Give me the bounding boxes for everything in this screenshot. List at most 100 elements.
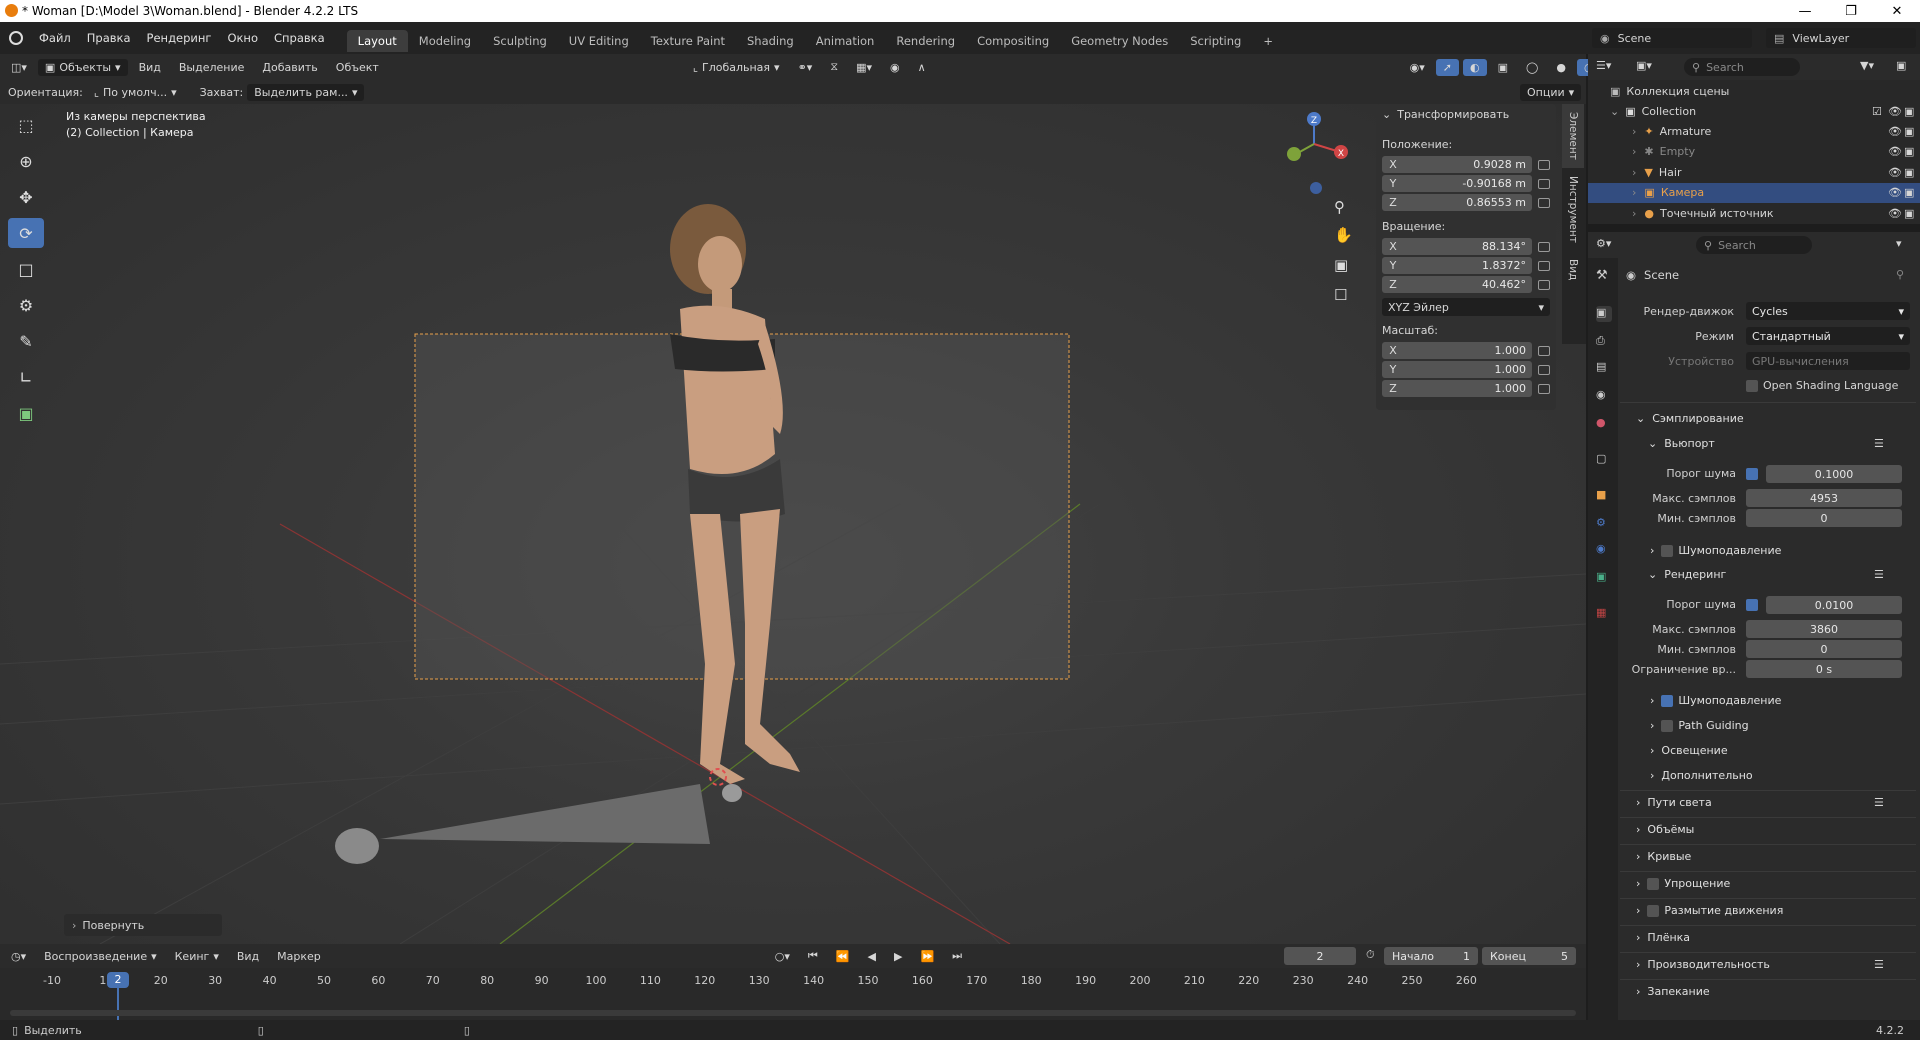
timeline-editor-icon[interactable]: ◷▾ <box>4 948 33 965</box>
r-noise-threshold-field[interactable]: 0.0100 <box>1766 596 1902 614</box>
outliner-collection[interactable]: ⌄ ▣ Collection ☑ 👁 ▣ <box>1588 101 1920 121</box>
maximize-button[interactable]: ❐ <box>1828 0 1874 22</box>
menu-select[interactable]: Выделение <box>172 59 252 76</box>
outliner-search[interactable]: ⚲ Search <box>1684 58 1800 76</box>
world-tab-icon[interactable]: ● <box>1596 416 1612 432</box>
tab-layout[interactable]: Layout <box>346 30 408 52</box>
next-keyframe-icon[interactable]: ⏩ <box>913 948 941 965</box>
eye-icon[interactable]: 👁 <box>1888 186 1902 199</box>
r-min-samples-field[interactable]: 0 <box>1746 640 1902 658</box>
jump-end-icon[interactable]: ⏭ <box>945 947 969 965</box>
render-engine-dropdown[interactable]: Cycles ▾ <box>1746 302 1910 320</box>
scale-x-field[interactable]: X 1.000 <box>1382 342 1532 359</box>
vp-min-samples-field[interactable]: 0 <box>1746 509 1902 527</box>
tab-compositing[interactable]: Compositing <box>966 30 1060 52</box>
camera-render-icon[interactable]: ▣ <box>1904 145 1914 158</box>
texture-tab-icon[interactable]: ▦ <box>1596 606 1612 622</box>
cursor-tool-icon[interactable]: ⊕ <box>8 146 44 176</box>
auto-key-icon[interactable]: ○▾ <box>768 948 797 965</box>
tab-scripting[interactable]: Scripting <box>1179 30 1252 52</box>
camera-render-icon[interactable]: ▣ <box>1904 207 1914 220</box>
location-x-field[interactable]: X 0.9028 m <box>1382 156 1532 173</box>
eye-icon[interactable]: 👁 <box>1888 145 1902 158</box>
select-box-icon[interactable]: ⬚ <box>8 110 44 140</box>
vp-denoise-subpanel[interactable]: › Шумоподавление <box>1650 544 1781 557</box>
end-frame-field[interactable]: Конец 5 <box>1482 947 1576 965</box>
lock-icon[interactable] <box>1538 198 1550 208</box>
transform-orientation-dropdown[interactable]: ⌞ Глобальная ▾ <box>686 59 787 76</box>
menu-edit[interactable]: Правка <box>79 31 139 45</box>
marker-menu[interactable]: Маркер <box>270 948 328 965</box>
eye-icon[interactable]: 👁 <box>1888 166 1902 179</box>
current-frame-field[interactable]: 2 <box>1284 947 1356 965</box>
render-subpanel-header[interactable]: ⌄ Рендеринг <box>1648 568 1726 581</box>
presets-list-icon[interactable]: ☰ <box>1874 958 1884 971</box>
gizmo-toggle-icon[interactable]: ➚ <box>1435 58 1459 76</box>
vp-noise-threshold-field[interactable]: 0.1000 <box>1766 465 1902 483</box>
snap-icon[interactable]: ⧖ <box>823 58 845 76</box>
lock-icon[interactable] <box>1538 242 1550 252</box>
vp-max-samples-field[interactable]: 4953 <box>1746 489 1902 507</box>
tab-texture-paint[interactable]: Texture Paint <box>640 30 736 52</box>
presets-list-icon[interactable]: ☰ <box>1874 796 1884 809</box>
presets-list-icon[interactable]: ☰ <box>1874 568 1884 581</box>
menu-file[interactable]: Файл <box>31 31 79 45</box>
vp-noise-threshold-checkbox[interactable] <box>1746 468 1758 480</box>
eye-icon[interactable]: 👁 <box>1888 125 1902 138</box>
outliner-item-armature[interactable]: › ✦ Armature 👁 ▣ <box>1588 121 1920 141</box>
display-mode-icon[interactable]: ▣▾ <box>1636 59 1652 72</box>
viewport-subpanel-header[interactable]: ⌄ Вьюпорт <box>1648 437 1715 450</box>
r-noise-threshold-checkbox[interactable] <box>1746 599 1758 611</box>
visibility-icon[interactable]: ◉▾ <box>1403 59 1432 76</box>
tab-geometry-nodes[interactable]: Geometry Nodes <box>1060 30 1179 52</box>
rotation-mode-dropdown[interactable]: XYZ Эйлер ▾ <box>1382 298 1550 316</box>
tab-animation[interactable]: Animation <box>805 30 886 52</box>
prev-keyframe-icon[interactable]: ⏪ <box>829 948 857 965</box>
physics-tab-icon[interactable]: ◉ <box>1596 542 1612 558</box>
menu-object[interactable]: Объект <box>329 59 386 76</box>
pin-icon[interactable]: ⚲ <box>1896 268 1904 281</box>
outliner-item-hair[interactable]: › ▼ Hair 👁 ▣ <box>1588 162 1920 182</box>
view-layer-selector[interactable]: ▤ ViewLayer <box>1766 28 1916 48</box>
filter-icon[interactable]: ▼▾ <box>1860 59 1874 72</box>
play-icon[interactable]: ▶ <box>887 948 909 965</box>
properties-search[interactable]: ⚲ Search <box>1696 236 1812 254</box>
chevron-right-icon[interactable]: › <box>1632 166 1636 179</box>
lock-icon[interactable] <box>1538 384 1550 394</box>
proportional-edit-icon[interactable]: ◉ <box>883 59 907 76</box>
camera-view-icon[interactable]: ▣ <box>1334 256 1348 274</box>
properties-section-header[interactable]: › Объёмы <box>1636 823 1694 836</box>
checkbox-icon[interactable]: ☑ <box>1872 105 1882 118</box>
camera-render-icon[interactable]: ▣ <box>1904 166 1914 179</box>
lock-icon[interactable] <box>1538 261 1550 271</box>
rotation-x-field[interactable]: X 88.134° <box>1382 238 1532 255</box>
chevron-down-icon[interactable]: ▾ <box>1896 237 1902 250</box>
orientation-dropdown[interactable]: ⌞ По умолч... ▾ <box>87 84 184 101</box>
last-operator-panel[interactable]: › Повернуть <box>64 914 222 936</box>
menu-add[interactable]: Добавить <box>255 59 324 76</box>
eye-icon[interactable]: 👁 <box>1888 207 1902 220</box>
lights-subpanel[interactable]: › Освещение <box>1650 744 1728 757</box>
scale-y-field[interactable]: Y 1.000 <box>1382 361 1532 378</box>
lock-icon[interactable] <box>1538 280 1550 290</box>
blender-menu-icon[interactable] <box>9 31 23 45</box>
capture-dropdown[interactable]: Выделить рам... ▾ <box>247 83 365 101</box>
osl-checkbox[interactable]: Open Shading Language <box>1746 379 1898 392</box>
camera-data-tab-icon[interactable]: ▣ <box>1596 570 1612 586</box>
modifiers-tab-icon[interactable]: ⚙ <box>1596 516 1612 532</box>
collection-tab-icon[interactable]: ▢ <box>1596 452 1612 468</box>
measure-tool-icon[interactable]: ∟ <box>8 362 44 392</box>
play-reverse-icon[interactable]: ◀ <box>861 948 883 965</box>
navigation-gizmo[interactable]: Z X <box>1284 110 1364 200</box>
outliner-editor-icon[interactable]: ☰▾ <box>1596 59 1611 72</box>
transform-tool-icon[interactable]: ⚙ <box>8 290 44 320</box>
eye-icon[interactable]: 👁 <box>1888 105 1902 118</box>
tab-rendering[interactable]: Rendering <box>885 30 966 52</box>
scale-tool-icon[interactable]: □ <box>8 254 44 284</box>
tab-modeling[interactable]: Modeling <box>408 30 482 52</box>
chevron-right-icon[interactable]: › <box>1632 145 1636 158</box>
chevron-right-icon[interactable]: › <box>1632 207 1636 220</box>
snap-target-icon[interactable]: ▦▾ <box>849 59 879 76</box>
outliner-scene-collection[interactable]: ▣ Коллекция сцены <box>1588 81 1920 101</box>
woman-figure[interactable] <box>670 204 800 784</box>
